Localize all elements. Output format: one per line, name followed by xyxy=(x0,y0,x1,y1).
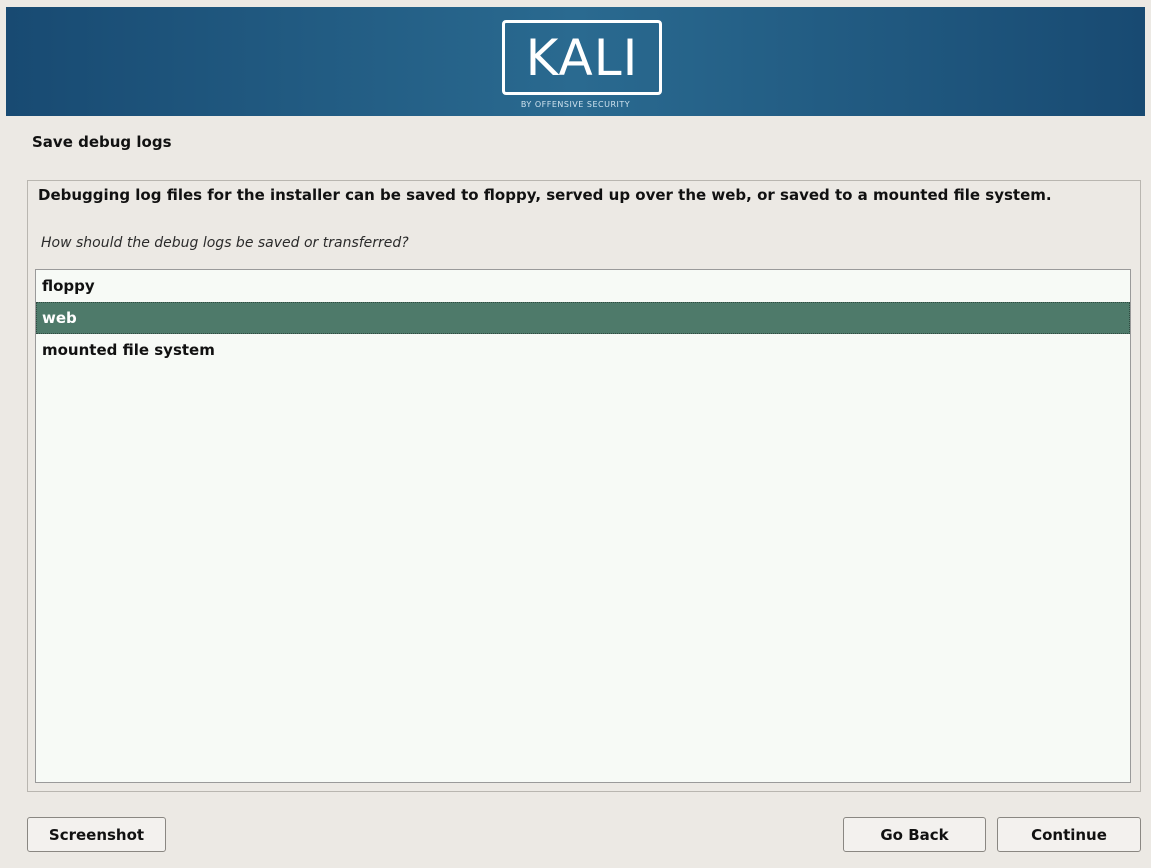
screenshot-button[interactable]: Screenshot xyxy=(27,817,166,852)
go-back-button[interactable]: Go Back xyxy=(843,817,986,852)
list-item-web[interactable]: web xyxy=(36,302,1130,334)
page-title: Save debug logs xyxy=(32,133,172,151)
options-list: floppy web mounted file system xyxy=(35,269,1131,783)
list-item-mounted-file-system[interactable]: mounted file system xyxy=(36,334,1130,366)
logo-subtitle: BY OFFENSIVE SECURITY xyxy=(520,100,631,109)
list-item-floppy[interactable]: floppy xyxy=(36,270,1130,302)
description-text: Debugging log files for the installer ca… xyxy=(38,186,1052,204)
logo-text: KALI xyxy=(525,28,639,87)
continue-button[interactable]: Continue xyxy=(997,817,1141,852)
kali-logo: KALI xyxy=(502,20,662,95)
question-text: How should the debug logs be saved or tr… xyxy=(41,235,409,251)
kali-banner: KALI BY OFFENSIVE SECURITY xyxy=(6,7,1145,116)
